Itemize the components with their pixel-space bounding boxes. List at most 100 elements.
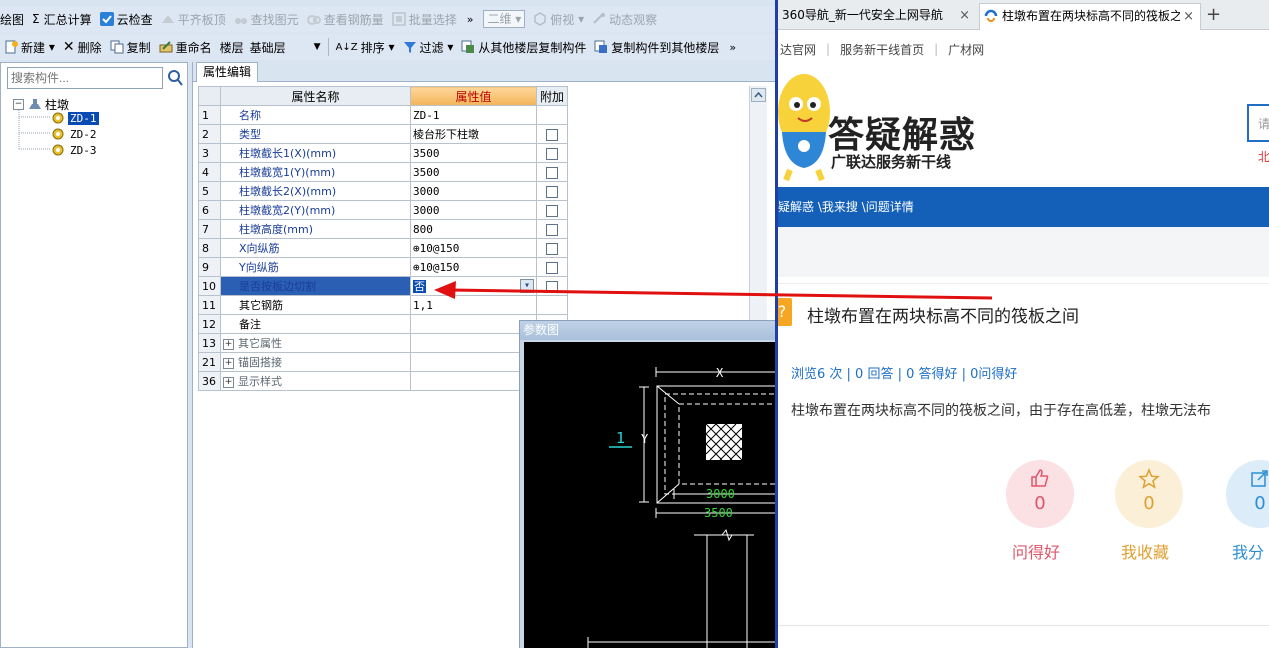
table-row[interactable]: 1 名称 ZD-1 bbox=[198, 105, 568, 125]
collapse-icon[interactable]: − bbox=[13, 98, 24, 110]
attach-checkbox[interactable] bbox=[546, 280, 558, 293]
copy-from-floor-button[interactable]: 从其他楼层复制构件 bbox=[457, 36, 590, 58]
property-value-cell[interactable]: ⊕10@150 bbox=[410, 238, 537, 258]
gear-icon bbox=[52, 144, 64, 156]
close-icon[interactable]: × bbox=[959, 3, 970, 28]
property-value-cell[interactable] bbox=[410, 352, 537, 372]
favorite-button[interactable]: 0 bbox=[1115, 460, 1183, 528]
new-button[interactable]: 新建 ▾ bbox=[0, 36, 59, 58]
property-value-cell[interactable]: 1,1 bbox=[410, 295, 537, 315]
component-search-input[interactable] bbox=[7, 67, 163, 89]
property-value: 800 bbox=[413, 222, 433, 236]
attach-checkbox[interactable] bbox=[546, 147, 558, 160]
table-row[interactable]: 3 柱墩截长1(X)(mm) 3500 bbox=[198, 143, 568, 163]
table-row[interactable]: 10 是否按板边切割否 ▾ bbox=[198, 276, 568, 296]
copy-button[interactable]: 复制 bbox=[106, 36, 155, 58]
property-value-cell[interactable]: 800 bbox=[410, 219, 537, 239]
batch-select-button[interactable]: 批量选择 bbox=[388, 8, 461, 30]
share-button[interactable]: 0 bbox=[1226, 460, 1269, 528]
tree-item-zd-1[interactable]: ZD-1 bbox=[51, 110, 99, 126]
property-value-cell[interactable]: ⊕10@150 bbox=[410, 257, 537, 277]
expand-icon[interactable]: + bbox=[223, 357, 234, 369]
property-value-cell[interactable]: 否 ▾ bbox=[410, 276, 537, 296]
new-tab-button[interactable]: + bbox=[1206, 4, 1221, 25]
align-slab-top-button[interactable]: 平齐板顶 bbox=[157, 8, 230, 30]
property-grid-scrollbar[interactable] bbox=[749, 86, 767, 346]
sort-button[interactable]: A↓Z 排序 ▾ bbox=[332, 36, 399, 58]
table-row[interactable]: 8 X向纵筋 ⊕10@150 bbox=[198, 238, 568, 258]
property-value-cell[interactable]: 3000 bbox=[410, 200, 537, 220]
cloud-check-button[interactable]: 云检查 bbox=[96, 8, 157, 30]
attach-checkbox[interactable] bbox=[546, 242, 558, 255]
attach-cell bbox=[536, 200, 568, 220]
floor-select[interactable]: 基础层 bbox=[250, 39, 314, 56]
browser-tab-360[interactable]: 360导航_新一代安全上网导航 × bbox=[778, 3, 976, 30]
breadcrumb-text[interactable]: 疑解惑 \我来搜 \问题详情 bbox=[778, 200, 914, 214]
filter-button[interactable]: 过滤 ▾ bbox=[399, 36, 458, 58]
property-value-cell[interactable]: 3000 bbox=[410, 181, 537, 201]
component-tree-panel: − 柱墩 ZD-1 ZD-2 ZD-3 bbox=[0, 62, 188, 648]
table-row[interactable]: 21 + 锚固搭接 bbox=[198, 352, 568, 372]
attach-checkbox[interactable] bbox=[546, 185, 558, 198]
delete-button[interactable]: ✕ 删除 bbox=[59, 36, 106, 58]
favorite-label: 我收藏 bbox=[1121, 543, 1170, 562]
table-row[interactable]: 36 + 显示样式 bbox=[198, 371, 568, 391]
search-icon[interactable] bbox=[166, 68, 184, 88]
attach-checkbox[interactable] bbox=[546, 223, 558, 236]
dim-3000-label: 3000 bbox=[706, 487, 735, 501]
property-value-cell[interactable]: 3500 bbox=[410, 162, 537, 182]
rename-button[interactable]: 重命名 bbox=[155, 36, 216, 58]
new-chevron-down-icon: ▾ bbox=[45, 40, 55, 54]
draw-button[interactable]: 绘图 bbox=[0, 8, 28, 30]
property-value-cell[interactable]: 棱台形下柱墩 bbox=[410, 124, 537, 144]
attach-checkbox[interactable] bbox=[546, 261, 558, 274]
good-question-button[interactable]: 0 bbox=[1006, 460, 1074, 528]
find-element-button[interactable]: 查找图元 bbox=[230, 8, 303, 30]
expand-icon[interactable]: + bbox=[223, 338, 234, 350]
table-row[interactable]: 4 柱墩截宽1(Y)(mm) 3500 bbox=[198, 162, 568, 182]
parameter-diagram-window[interactable]: 参数图 X Y 1 3000 3500 bbox=[519, 320, 775, 648]
table-row[interactable]: 11 其它钢筋 1,1 bbox=[198, 295, 568, 315]
table-row[interactable]: 13 + 其它属性 bbox=[198, 333, 568, 353]
screen: 绘图 Σ 汇总计算 云检查 平齐板顶 查找图元 查看钢筋量 批量选择 » 二维 ▾… bbox=[0, 0, 1269, 648]
browser-tab-question[interactable]: 柱墩布置在两块标高不同的筏板之间 × bbox=[979, 3, 1201, 30]
toolbar1-overflow-chevron[interactable]: » bbox=[467, 13, 474, 26]
property-value-cell[interactable] bbox=[410, 314, 537, 334]
tree-item-zd-2[interactable]: ZD-2 bbox=[51, 126, 99, 142]
link-material-site[interactable]: 广材网 bbox=[948, 41, 984, 58]
table-row[interactable]: 2 类型 棱台形下柱墩 bbox=[198, 124, 568, 144]
table-row[interactable]: 5 柱墩截长2(X)(mm) 3000 bbox=[198, 181, 568, 201]
region-selector[interactable]: 北 bbox=[1258, 148, 1269, 165]
tree-item-zd-3[interactable]: ZD-3 bbox=[51, 142, 99, 158]
site-header: 答疑解惑 广联达服务新干线 请 北 bbox=[778, 68, 1269, 186]
toolbar2-overflow-chevron[interactable]: » bbox=[729, 41, 736, 54]
summary-calc-button[interactable]: Σ 汇总计算 bbox=[28, 8, 96, 30]
view-mode-select[interactable]: 二维 ▾ bbox=[483, 10, 526, 28]
copy-to-floor-button[interactable]: 复制构件到其他楼层 bbox=[590, 36, 723, 58]
floor-chevron-down-icon[interactable]: ▼ bbox=[314, 42, 321, 52]
attach-checkbox[interactable] bbox=[546, 128, 558, 141]
table-row[interactable]: 9 Y向纵筋 ⊕10@150 bbox=[198, 257, 568, 277]
property-value-cell[interactable]: 3500 bbox=[410, 143, 537, 163]
property-value-cell[interactable] bbox=[410, 333, 537, 353]
close-icon[interactable]: × bbox=[1180, 4, 1194, 29]
table-row[interactable]: 7 柱墩高度(mm) 800 bbox=[198, 219, 568, 239]
table-row[interactable]: 6 柱墩截宽2(Y)(mm) 3000 bbox=[198, 200, 568, 220]
dropdown-chevron-down-icon[interactable]: ▾ bbox=[520, 279, 534, 293]
attach-checkbox[interactable] bbox=[546, 166, 558, 179]
property-value-cell[interactable] bbox=[410, 371, 537, 391]
property-value[interactable]: 否 bbox=[413, 280, 426, 293]
view-mode-dropdown[interactable]: 二维 ▾ bbox=[479, 8, 529, 30]
view-rebar-button[interactable]: 查看钢筋量 bbox=[303, 8, 388, 30]
tab-property-edit[interactable]: 属性编辑 bbox=[196, 62, 259, 82]
link-service-home[interactable]: 服务新干线首页 bbox=[840, 41, 924, 58]
expand-icon[interactable]: + bbox=[223, 376, 234, 388]
property-value-cell[interactable]: ZD-1 bbox=[410, 105, 537, 125]
link-official-site[interactable]: 达官网 bbox=[780, 41, 816, 58]
attach-checkbox[interactable] bbox=[546, 204, 558, 217]
top-view-button[interactable]: 俯视 ▾ bbox=[529, 8, 588, 30]
row-number: 6 bbox=[198, 200, 221, 220]
scroll-up-icon[interactable] bbox=[751, 88, 766, 102]
dynamic-view-button[interactable]: 动态观察 bbox=[588, 8, 661, 30]
table-row[interactable]: 12 备注 bbox=[198, 314, 568, 334]
